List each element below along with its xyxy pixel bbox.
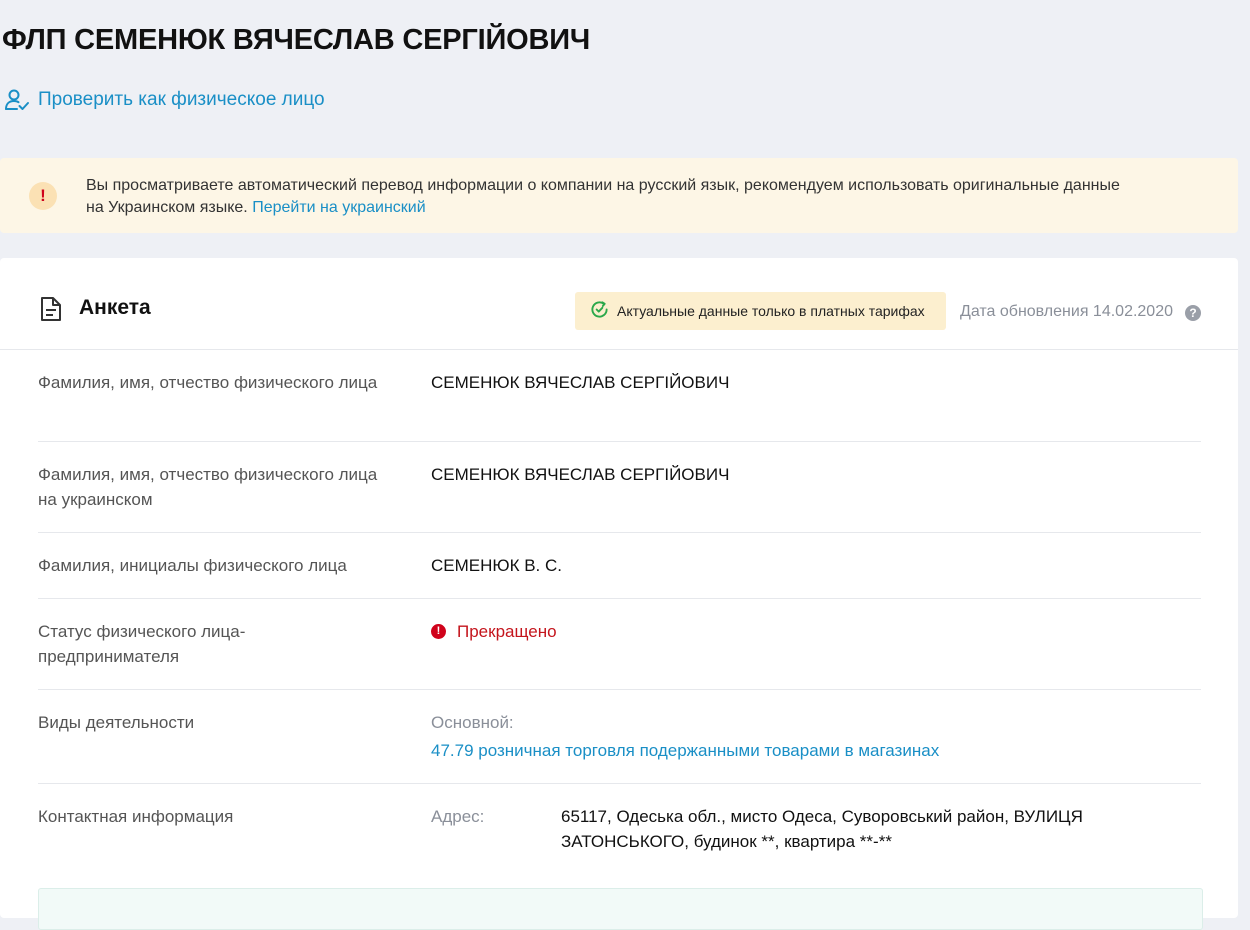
info-row-full-name: Фамилия, имя, отчество физического лица … xyxy=(38,349,1201,442)
card-header: Анкета Актуальные данные только в платны… xyxy=(0,258,1238,350)
notice-line-2: на Украинском языке. xyxy=(86,199,248,216)
alert-circle-icon: ! xyxy=(431,624,446,639)
info-box xyxy=(38,888,1203,930)
notice-text: Вы просматриваете автоматический перевод… xyxy=(86,175,1186,219)
row-label: Контактная информация xyxy=(38,807,234,826)
activity-sublabel: Основной: xyxy=(431,713,514,732)
user-check-icon xyxy=(4,88,30,112)
row-label: Виды деятельности xyxy=(38,713,195,732)
paid-data-badge[interactable]: Актуальные данные только в платных тариф… xyxy=(575,292,946,330)
activity-link[interactable]: 47.79 розничная торговля подержанными то… xyxy=(431,738,939,763)
address-value: 65117, Одеська обл., мисто Одеса, Суворо… xyxy=(561,807,1083,851)
row-label: Фамилия, имя, отчество физического лица xyxy=(38,373,378,392)
check-as-person-link[interactable]: Проверить как физическое лицо xyxy=(4,88,325,112)
switch-to-ukrainian-link[interactable]: Перейти на украинский xyxy=(252,199,425,216)
info-row-initials: Фамилия, инициалы физического лица СЕМЕН… xyxy=(38,532,1201,599)
row-value: СЕМЕНЮК ВЯЧЕСЛАВ СЕРГІЙОВИЧ xyxy=(431,465,730,484)
address-label: Адрес: xyxy=(431,807,485,826)
status-value: ! Прекращено xyxy=(431,619,557,644)
help-icon[interactable]: ? xyxy=(1185,305,1201,321)
activity-value: Основной: 47.79 розничная торговля подер… xyxy=(431,710,939,763)
paid-data-badge-label: Актуальные данные только в платных тариф… xyxy=(617,303,925,319)
status-text: Прекращено xyxy=(457,622,557,641)
check-as-person-label: Проверить как физическое лицо xyxy=(38,89,325,110)
card-title: Анкета xyxy=(79,296,151,319)
row-value: СЕМЕНЮК В. С. xyxy=(431,556,562,575)
update-date: Дата обновления 14.02.2020 xyxy=(960,303,1173,320)
info-row-status: Статус физического лица-предпринимателя … xyxy=(38,598,1201,690)
row-label: Фамилия, инициалы физического лица xyxy=(38,556,347,575)
page-title: ФЛП СЕМЕНЮК ВЯЧЕСЛАВ СЕРГІЙОВИЧ xyxy=(2,24,591,56)
notice-line-1: Вы просматриваете автоматический перевод… xyxy=(86,177,1120,194)
info-row-contacts: Контактная информация Адрес: 65117, Одес… xyxy=(38,783,1201,883)
row-label: Фамилия, имя, отчество физического лица … xyxy=(38,465,378,509)
info-row-full-name-ukrainian: Фамилия, имя, отчество физического лица … xyxy=(38,441,1201,533)
exclamation-icon: ! xyxy=(29,182,57,210)
row-label: Статус физического лица-предпринимателя xyxy=(38,622,246,666)
clock-check-icon xyxy=(575,300,617,322)
row-value: СЕМЕНЮК ВЯЧЕСЛАВ СЕРГІЙОВИЧ xyxy=(431,373,730,392)
document-icon xyxy=(40,296,62,327)
info-row-activities: Виды деятельности Основной: 47.79 рознич… xyxy=(38,689,1201,784)
